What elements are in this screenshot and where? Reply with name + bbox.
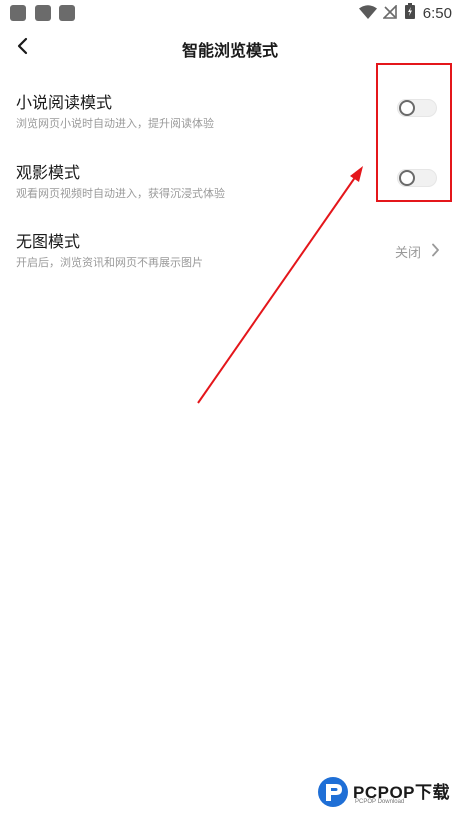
annotation-highlight-box: [376, 63, 452, 202]
page: 6:50 智能浏览模式 小说阅读模式 浏览网页小说时自动进入，提升阅读体验 观影…: [0, 0, 460, 817]
app-notification-icon: [10, 5, 26, 21]
battery-charging-icon: [404, 3, 415, 23]
setting-title: 无图模式: [16, 232, 81, 251]
chevron-right-icon: [431, 242, 440, 261]
watermark-subtext: PCPOP Download: [355, 799, 405, 805]
app-notification-icon: [35, 5, 51, 21]
setting-description: 浏览网页小说时自动进入，提升阅读体验: [16, 117, 214, 130]
wifi-icon: [358, 4, 377, 23]
setting-row-no-image-mode[interactable]: 无图模式 开启后，浏览资讯和网页不再展示图片 关闭: [0, 228, 460, 288]
setting-description: 观看网页视频时自动进入，获得沉浸式体验: [16, 187, 225, 200]
no-image-mode-value[interactable]: 关闭: [395, 242, 440, 261]
status-indicators: 6:50: [358, 3, 452, 23]
setting-title: 观影模式: [16, 163, 81, 182]
status-bar: 6:50: [0, 0, 460, 27]
status-time: 6:50: [422, 4, 452, 22]
pcpop-logo-icon: [317, 776, 349, 812]
no-signal-icon: [381, 3, 397, 23]
setting-description: 开启后，浏览资讯和网页不再展示图片: [16, 256, 203, 269]
watermark-logo: PCPOP下载 PCPOP Download: [317, 774, 457, 810]
app-notification-icon: [59, 5, 75, 21]
setting-title: 小说阅读模式: [16, 93, 113, 112]
setting-value: 关闭: [394, 246, 421, 261]
page-title: 智能浏览模式: [181, 41, 278, 60]
